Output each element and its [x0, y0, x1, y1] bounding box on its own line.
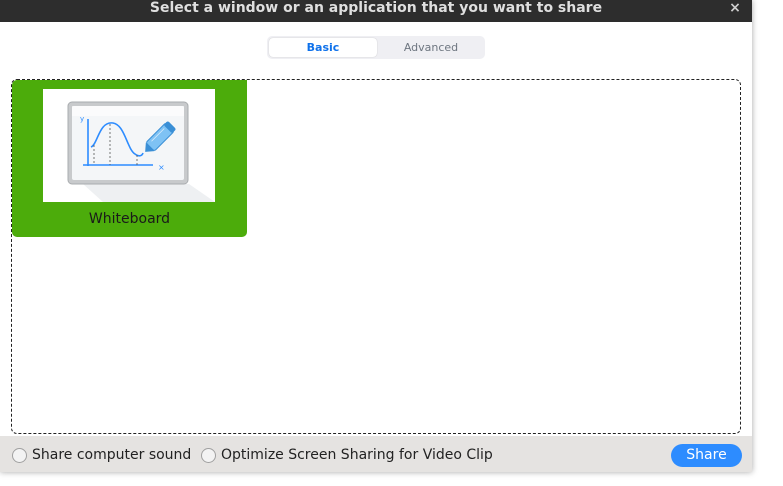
- tab-advanced[interactable]: Advanced: [379, 38, 483, 57]
- tab-basic[interactable]: Basic: [269, 38, 377, 57]
- svg-text:y: y: [80, 115, 84, 123]
- dialog-title: Select a window or an application that y…: [149, 0, 603, 16]
- share-screen-dialog: Select a window or an application that y…: [0, 0, 752, 472]
- tab-switcher: Basic Advanced: [267, 36, 485, 59]
- whiteboard-icon: y ×: [67, 101, 215, 202]
- share-sound-label: Share computer sound: [32, 447, 192, 463]
- share-button[interactable]: Share: [671, 444, 742, 467]
- optimize-video-checkbox[interactable]: [201, 448, 216, 463]
- share-sound-checkbox[interactable]: [12, 448, 27, 463]
- source-label: Whiteboard: [88, 211, 171, 227]
- close-icon[interactable]: ×: [728, 0, 742, 16]
- whiteboard-thumbnail: y ×: [43, 89, 215, 202]
- title-bar[interactable]: Select a window or an application that y…: [0, 0, 752, 22]
- footer-bar: Share computer sound Optimize Screen Sha…: [0, 436, 752, 472]
- share-source-grid: y × Whiteboard: [11, 79, 741, 434]
- svg-text:×: ×: [158, 163, 165, 172]
- source-tile-whiteboard[interactable]: y × Whiteboard: [12, 80, 247, 237]
- optimize-video-label: Optimize Screen Sharing for Video Clip: [221, 447, 493, 463]
- optimize-video-option[interactable]: Optimize Screen Sharing for Video Clip: [201, 445, 493, 465]
- share-sound-option[interactable]: Share computer sound: [12, 445, 191, 465]
